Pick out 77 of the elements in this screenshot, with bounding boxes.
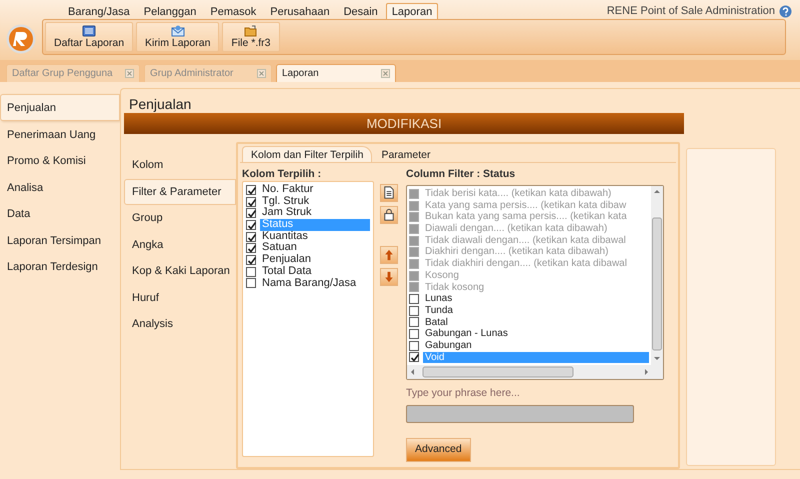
menu-tab[interactable]: Barang/Jasa bbox=[62, 3, 136, 20]
horizontal-scrollbar[interactable] bbox=[407, 365, 663, 379]
checkbox[interactable] bbox=[409, 317, 419, 328]
list-item[interactable]: Tgl. Struk bbox=[260, 196, 312, 208]
list-item[interactable]: Nama Barang/Jasa bbox=[260, 278, 358, 290]
column-link[interactable]: Status bbox=[483, 168, 516, 180]
down-arrow-button[interactable] bbox=[380, 268, 398, 286]
list-item[interactable]: Total Data bbox=[260, 266, 314, 278]
section-item[interactable]: Group bbox=[124, 205, 236, 232]
section-item[interactable]: Filter & Parameter bbox=[124, 178, 236, 205]
tab[interactable]: Parameter bbox=[372, 146, 440, 162]
checkbox[interactable] bbox=[246, 243, 256, 254]
section-item[interactable]: Angka bbox=[124, 232, 236, 258]
logo-icon[interactable] bbox=[6, 24, 36, 54]
column-list[interactable]: No. Faktur Tgl. Struk Jam Struk Status Kuantitas Satuan Penjualan Total Data Nama Barang/Jasa bbox=[242, 181, 374, 457]
sidebar-item[interactable]: Penerimaan Uang bbox=[0, 120, 120, 147]
section-item[interactable]: Kop & Kaki Laporan bbox=[124, 258, 236, 284]
list-item[interactable]: Gabungan bbox=[423, 340, 474, 352]
list-item[interactable]: Satuan bbox=[260, 242, 299, 254]
sidebar-item[interactable]: Penjualan bbox=[0, 94, 120, 120]
checkbox[interactable] bbox=[409, 340, 419, 351]
section-header: MODIFIKASI bbox=[124, 113, 684, 134]
list-item[interactable]: Jam Struk bbox=[260, 207, 314, 220]
sidebar-item[interactable]: Laporan Terdesign bbox=[0, 253, 120, 280]
checkbox[interactable] bbox=[409, 306, 419, 316]
ribbon-button[interactable]: File *.fr3 bbox=[222, 22, 280, 52]
filter-label: Column Filter : bbox=[406, 168, 480, 180]
close-icon[interactable] bbox=[125, 69, 134, 78]
up-arrow-button[interactable] bbox=[380, 246, 398, 264]
menu-tab[interactable]: Pemasok bbox=[204, 3, 262, 20]
list-item[interactable]: Gabungan - Lunas bbox=[423, 328, 510, 340]
list-item[interactable]: Lunas bbox=[423, 293, 454, 305]
ribbon-button[interactable]: Kirim Laporan bbox=[136, 22, 220, 52]
menu-tab[interactable]: Perusahaan bbox=[264, 3, 336, 20]
report-list-icon bbox=[82, 24, 96, 36]
checkbox[interactable] bbox=[409, 329, 419, 340]
envelope-icon bbox=[170, 24, 185, 36]
ribbon-button[interactable]: Daftar Laporan bbox=[45, 22, 134, 52]
checkbox[interactable] bbox=[246, 266, 256, 277]
list-item[interactable]: Tunda bbox=[423, 304, 455, 317]
list-item[interactable]: Batal bbox=[423, 316, 450, 328]
close-icon[interactable] bbox=[257, 69, 266, 78]
vertical-scrollbar[interactable] bbox=[651, 186, 663, 365]
menu-tab[interactable]: Pelanggan bbox=[138, 3, 202, 20]
list-label: Kolom Terpilih : bbox=[242, 167, 322, 181]
app-title: RENE Point of Sale Administration bbox=[606, 4, 775, 19]
checkbox[interactable] bbox=[246, 232, 256, 242]
sidebar-item[interactable]: Promo & Komisi bbox=[0, 147, 120, 174]
checkbox[interactable] bbox=[246, 196, 256, 207]
close-icon[interactable] bbox=[381, 69, 390, 78]
menu-tab[interactable]: Desain bbox=[338, 3, 384, 20]
document-button[interactable] bbox=[380, 184, 398, 202]
checkbox[interactable] bbox=[409, 352, 419, 362]
section-item[interactable]: Huruf bbox=[124, 284, 236, 311]
menu-tab[interactable]: Laporan bbox=[386, 3, 438, 20]
sidebar-item[interactable]: Laporan Tersimpan bbox=[0, 226, 120, 253]
checkbox[interactable] bbox=[246, 278, 256, 288]
checkbox[interactable] bbox=[246, 220, 256, 230]
folder-icon bbox=[244, 24, 258, 36]
checkbox[interactable] bbox=[246, 184, 256, 195]
checkbox[interactable] bbox=[246, 254, 256, 265]
section-item[interactable]: Analysis bbox=[124, 311, 236, 338]
document-tab[interactable]: Laporan bbox=[276, 64, 396, 82]
lock-button[interactable] bbox=[380, 206, 398, 224]
page-title: Penjualan bbox=[128, 95, 192, 113]
tab[interactable]: Kolom dan Filter Terpilih bbox=[242, 146, 372, 162]
sidebar-item[interactable]: Analisa bbox=[0, 174, 120, 200]
checkbox[interactable] bbox=[409, 294, 419, 304]
help-icon[interactable] bbox=[779, 4, 792, 18]
list-item[interactable]: Penjualan bbox=[260, 254, 313, 266]
section-item[interactable]: Kolom bbox=[124, 152, 236, 178]
list-item[interactable]: Kuantitas bbox=[260, 230, 310, 242]
advanced-button[interactable]: Advanced bbox=[406, 438, 471, 462]
phrase-label: Type your phrase here... bbox=[406, 386, 521, 401]
checkbox[interactable] bbox=[246, 208, 256, 218]
sidebar-item[interactable]: Data bbox=[0, 200, 120, 226]
list-item[interactable]: No. Faktur bbox=[260, 184, 316, 196]
